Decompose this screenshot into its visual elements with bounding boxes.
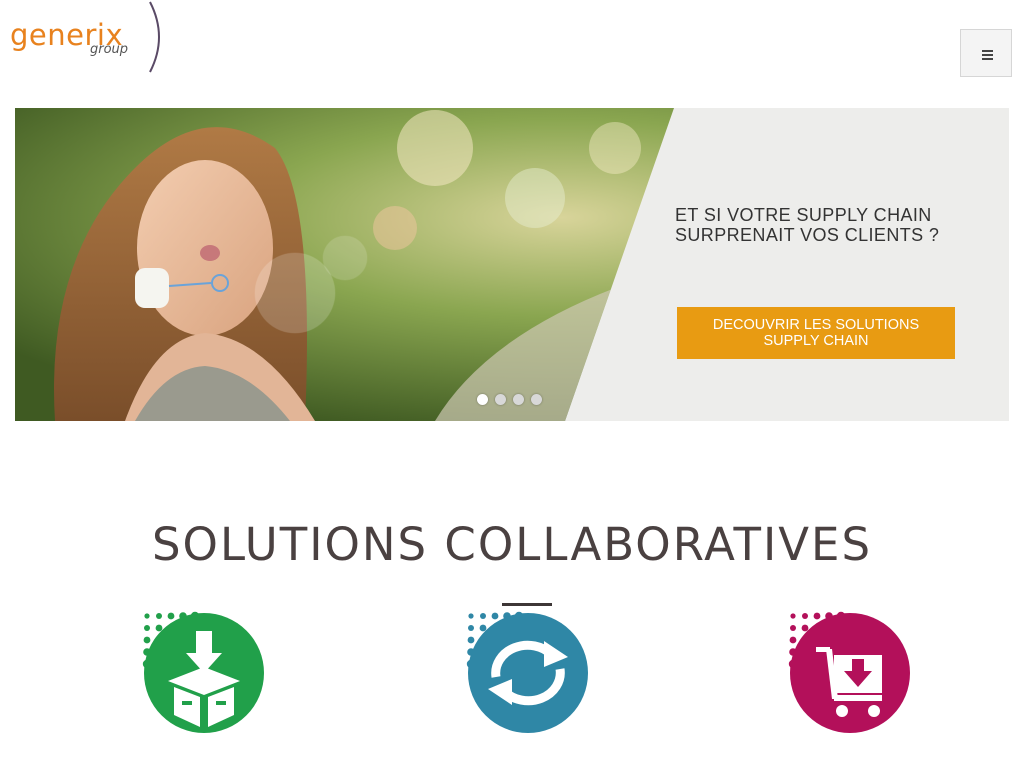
section-divider xyxy=(502,603,552,606)
generix-logo[interactable]: generix group xyxy=(8,0,168,76)
slide-title-line: ET SI VOTRE SUPPLY CHAIN xyxy=(675,205,932,225)
sync-arrows-icon[interactable] xyxy=(466,611,590,735)
logo-arc-icon xyxy=(149,1,160,73)
slider-pagination xyxy=(477,394,542,406)
hero-slider[interactable]: ET SI VOTRE SUPPLY CHAIN SURPRENAIT VOS … xyxy=(15,108,1009,421)
slider-dot-3[interactable] xyxy=(513,394,524,405)
logo-subtitle: group xyxy=(90,42,129,57)
hero-photo xyxy=(15,108,674,421)
slider-dot-1[interactable] xyxy=(477,394,488,405)
cta-label-line: DECOUVRIR LES SOLUTIONS xyxy=(712,317,920,333)
slide-title: ET SI VOTRE SUPPLY CHAIN SURPRENAIT VOS … xyxy=(675,205,975,245)
slider-dot-4[interactable] xyxy=(531,394,542,405)
slider-dot-2[interactable] xyxy=(495,394,506,405)
slide-title-line: SURPRENAIT VOS CLIENTS ? xyxy=(675,225,940,245)
cart-download-icon[interactable] xyxy=(788,611,912,735)
box-download-icon[interactable] xyxy=(142,611,266,735)
discover-solutions-button[interactable]: DECOUVRIR LES SOLUTIONS SUPPLY CHAIN xyxy=(677,307,955,359)
menu-button[interactable] xyxy=(960,29,1012,77)
cta-label-line: SUPPLY CHAIN xyxy=(763,333,869,349)
section-title: SOLUTIONS COLLABORATIVES xyxy=(151,518,873,571)
